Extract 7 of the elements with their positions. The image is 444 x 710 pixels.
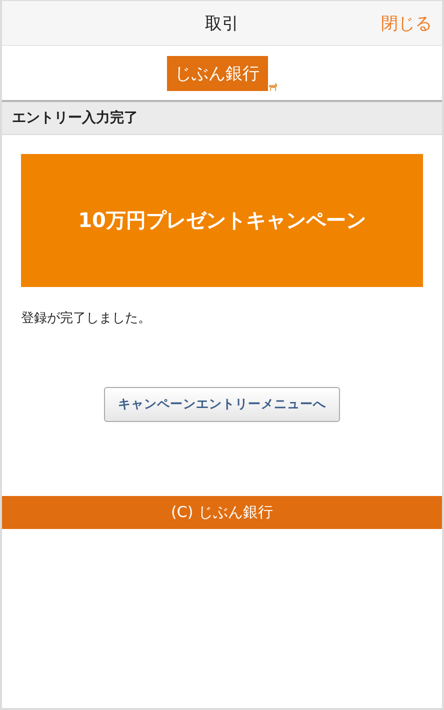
section-title: エントリー入力完了 xyxy=(2,102,442,135)
header-title: 取引 xyxy=(205,12,239,34)
campaign-banner: 10万円プレゼントキャンペーン xyxy=(21,154,423,287)
bank-logo: じぶん銀行 xyxy=(166,56,268,90)
completion-message: 登録が完了しました。 xyxy=(21,310,152,327)
footer-copyright: (C) じぶん銀行 xyxy=(2,496,442,529)
campaign-menu-button[interactable]: キャンペーンエントリーメニューへ xyxy=(104,387,340,422)
